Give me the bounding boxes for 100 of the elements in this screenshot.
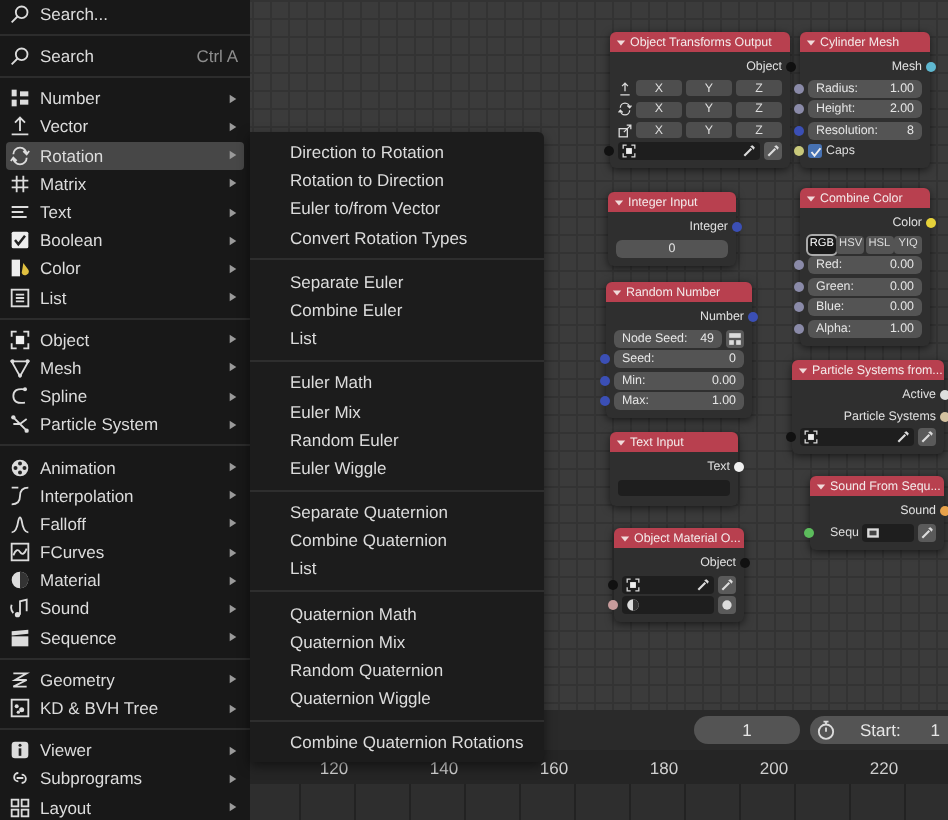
eyedropper-icon[interactable]	[742, 144, 756, 159]
menu-item[interactable]: Search Ctrl A	[6, 42, 244, 71]
socket-dot[interactable]	[926, 62, 936, 72]
pick-button[interactable]	[764, 142, 782, 161]
falloff-curve-icon	[10, 513, 30, 534]
pick-button[interactable]	[718, 575, 736, 594]
link-loops-icon	[10, 768, 30, 789]
frame-field[interactable]: 1	[694, 716, 800, 744]
socket-dot[interactable]	[740, 558, 750, 568]
collapse-arrow-icon[interactable]	[616, 437, 626, 447]
menu-item[interactable]: KD & BVH Tree	[6, 693, 244, 723]
socket-dot[interactable]	[940, 411, 948, 422]
menu-item[interactable]: Geometry	[6, 665, 244, 694]
socket-dot[interactable]	[794, 146, 804, 157]
menu-item[interactable]: Text	[6, 197, 244, 227]
menu-item[interactable]: Color	[6, 254, 244, 283]
collapse-arrow-icon[interactable]	[798, 365, 808, 375]
pick-button[interactable]	[918, 523, 936, 542]
material-field[interactable]	[622, 596, 714, 615]
menu-item[interactable]: Particle System	[6, 410, 244, 439]
checkbox[interactable]	[808, 144, 822, 159]
menu-item[interactable]: Sequence	[6, 623, 244, 652]
object-field[interactable]	[618, 142, 760, 161]
socket-dot[interactable]	[940, 506, 948, 516]
menu-item[interactable]: Quaternion Mix	[250, 627, 544, 656]
menu-item[interactable]: Euler Wiggle	[250, 453, 544, 483]
menu-item[interactable]: Euler Mix	[250, 397, 544, 426]
menu-item[interactable]: List	[6, 283, 244, 312]
socket-dot[interactable]	[926, 218, 936, 228]
seed-button[interactable]	[726, 329, 744, 348]
object-field[interactable]	[800, 428, 914, 447]
socket-dot[interactable]	[600, 354, 610, 365]
sequence-field[interactable]	[862, 523, 914, 542]
menu-item[interactable]: Quaternion Math	[250, 599, 544, 628]
menu-item[interactable]: Combine Quaternion	[250, 526, 544, 555]
menu-item[interactable]: Matrix	[6, 169, 244, 198]
menu-item[interactable]: Random Euler	[250, 425, 544, 454]
menu-item[interactable]: Spline	[6, 382, 244, 411]
menu-item[interactable]: Mesh	[6, 353, 244, 383]
socket-dot[interactable]	[804, 527, 814, 538]
eyedropper-icon[interactable]	[896, 430, 910, 445]
socket-dot[interactable]	[608, 600, 618, 611]
socket-dot[interactable]	[786, 62, 796, 72]
eyedropper-icon[interactable]	[696, 577, 710, 592]
menu-item[interactable]: Euler to/from Vector	[250, 194, 544, 224]
socket-dot[interactable]	[940, 390, 948, 400]
socket-dot[interactable]	[734, 462, 744, 472]
new-material-button[interactable]	[718, 596, 736, 615]
menu-item[interactable]: Combine Euler	[250, 295, 544, 325]
menu-item[interactable]: Quaternion Wiggle	[250, 684, 544, 713]
menu-item[interactable]: Boolean	[6, 226, 244, 255]
socket-dot[interactable]	[794, 281, 804, 292]
interpolation-curve-icon	[10, 485, 30, 506]
collapse-arrow-icon[interactable]	[620, 533, 630, 543]
menu-item[interactable]: List	[250, 324, 544, 353]
menu-item[interactable]: Animation	[6, 452, 244, 482]
collapse-arrow-icon[interactable]	[616, 37, 626, 47]
socket-dot[interactable]	[608, 579, 618, 590]
menu-item[interactable]: Random Quaternion	[250, 656, 544, 685]
socket-dot[interactable]	[794, 323, 804, 334]
socket-dot[interactable]	[748, 312, 758, 322]
socket-dot[interactable]	[604, 146, 614, 157]
search-field[interactable]: Search...	[40, 4, 244, 24]
collapse-arrow-icon[interactable]	[806, 193, 816, 203]
menu-item[interactable]: List	[250, 554, 544, 584]
start-frame-field[interactable]: Start: 1	[810, 716, 948, 744]
menu-item[interactable]: Number	[6, 84, 244, 113]
object-field[interactable]	[622, 575, 714, 594]
socket-dot[interactable]	[794, 104, 804, 115]
menu-item[interactable]: Separate Quaternion	[250, 498, 544, 527]
socket-dot[interactable]	[786, 432, 796, 443]
menu-item[interactable]: Layout	[6, 793, 244, 820]
text-lines-icon	[10, 202, 30, 223]
pick-button[interactable]	[918, 428, 936, 447]
menu-item[interactable]: Convert Rotation Types	[250, 223, 544, 252]
collapse-arrow-icon[interactable]	[806, 37, 816, 47]
menu-item[interactable]: Euler Math	[250, 368, 544, 397]
stopwatch-icon[interactable]	[816, 720, 836, 740]
menu-item[interactable]: Material	[6, 566, 244, 595]
menu-item[interactable]: Vector	[6, 112, 244, 142]
menu-item[interactable]: Object	[6, 325, 244, 354]
collapse-arrow-icon[interactable]	[816, 481, 826, 491]
menu-item[interactable]: Rotation to Direction	[250, 166, 544, 195]
menu-item[interactable]: Falloff	[6, 509, 244, 538]
socket-dot[interactable]	[600, 396, 610, 407]
socket-dot[interactable]	[794, 125, 804, 136]
menu-item[interactable]: Direction to Rotation	[250, 138, 544, 167]
menu-item[interactable]: Sound	[6, 594, 244, 624]
collapse-arrow-icon[interactable]	[612, 287, 622, 297]
menu-item[interactable]: Rotation	[6, 141, 244, 170]
socket-dot[interactable]	[794, 302, 804, 313]
collapse-arrow-icon[interactable]	[614, 197, 624, 207]
object-square-icon	[622, 144, 636, 159]
socket-dot[interactable]	[794, 260, 804, 271]
menu-item[interactable]: Separate Euler	[250, 267, 544, 296]
menu-item[interactable]: FCurves	[6, 538, 244, 567]
socket-dot[interactable]	[732, 222, 742, 232]
socket-dot[interactable]	[794, 83, 804, 94]
menu-item[interactable]: Interpolation	[6, 481, 244, 510]
socket-dot[interactable]	[600, 375, 610, 386]
